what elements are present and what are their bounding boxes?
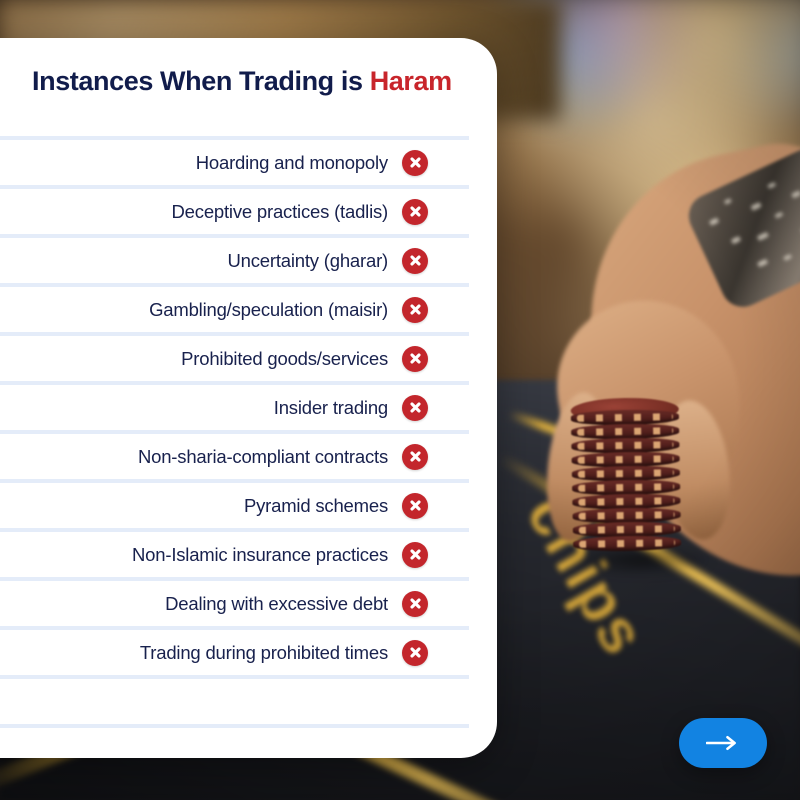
list-item-empty bbox=[0, 675, 469, 724]
list-item-label: Insider trading bbox=[273, 396, 388, 418]
list-item-label: Non-Islamic insurance practices bbox=[132, 543, 388, 565]
watch-highlight bbox=[750, 202, 762, 211]
x-circle-icon[interactable] bbox=[402, 541, 428, 568]
x-circle-icon[interactable] bbox=[402, 492, 428, 519]
list-item-label: Pyramid schemes bbox=[243, 494, 388, 516]
watch-highlight bbox=[756, 231, 769, 241]
x-circle-icon[interactable] bbox=[402, 296, 428, 323]
casino-chip bbox=[572, 535, 682, 552]
list-item-label: Gambling/speculation (maisir) bbox=[149, 298, 388, 320]
next-button[interactable] bbox=[679, 718, 767, 768]
list-item-label: Non-sharia-compliant contracts bbox=[137, 445, 388, 467]
casino-chip-stack bbox=[570, 397, 682, 556]
list-item-label: Hoarding and monopoly bbox=[195, 151, 388, 173]
x-circle-icon[interactable] bbox=[402, 247, 428, 274]
watch-highlight bbox=[791, 190, 800, 199]
list-item: Deceptive practices (tadlis) bbox=[0, 185, 469, 234]
page-title-accent: Haram bbox=[369, 66, 452, 96]
list-item-label: Dealing with excessive debt bbox=[165, 592, 388, 614]
haram-instances-list: Hoarding and monopoly Deceptive practices… bbox=[0, 136, 469, 758]
watch-highlight bbox=[774, 211, 784, 219]
list-item: Hoarding and monopoly bbox=[0, 136, 469, 185]
row-divider bbox=[0, 724, 469, 728]
list-item: Non-sharia-compliant contracts bbox=[0, 430, 469, 479]
page-title-main: Instances When Trading is bbox=[32, 66, 370, 96]
x-circle-icon[interactable] bbox=[402, 394, 428, 421]
watch-highlight bbox=[708, 217, 720, 226]
content-card: Instances When Trading is Haram Hoarding… bbox=[0, 38, 497, 758]
page-title: Instances When Trading is Haram bbox=[32, 66, 452, 97]
list-item-label: Prohibited goods/services bbox=[181, 347, 388, 369]
list-item-label: Uncertainty (gharar) bbox=[227, 249, 388, 271]
poster-canvas: chips Instances When Trading is Haram Ho… bbox=[0, 0, 800, 800]
x-circle-icon[interactable] bbox=[402, 443, 428, 470]
x-circle-icon[interactable] bbox=[402, 149, 428, 176]
watch-highlight bbox=[730, 235, 742, 245]
arrow-right-icon bbox=[706, 735, 740, 751]
list-item: Uncertainty (gharar) bbox=[0, 234, 469, 283]
watch-highlight bbox=[723, 198, 732, 205]
row-divider bbox=[0, 675, 469, 679]
list-item: Insider trading bbox=[0, 381, 469, 430]
watch-highlight bbox=[783, 253, 793, 261]
watch-highlight bbox=[767, 181, 777, 189]
list-item: Pyramid schemes bbox=[0, 479, 469, 528]
list-item-label: Deceptive practices (tadlis) bbox=[171, 200, 389, 222]
list-item: Non-Islamic insurance practices bbox=[0, 528, 469, 577]
list-item-label: Trading during prohibited times bbox=[139, 641, 388, 663]
x-circle-icon[interactable] bbox=[402, 639, 428, 666]
list-item: Gambling/speculation (maisir) bbox=[0, 283, 469, 332]
list-item: Dealing with excessive debt bbox=[0, 577, 469, 626]
list-item-empty bbox=[0, 724, 469, 758]
list-item: Prohibited goods/services bbox=[0, 332, 469, 381]
list-item: Trading during prohibited times bbox=[0, 626, 469, 675]
x-circle-icon[interactable] bbox=[402, 198, 428, 225]
x-circle-icon[interactable] bbox=[402, 590, 428, 617]
x-circle-icon[interactable] bbox=[402, 345, 428, 372]
watch-highlight bbox=[757, 258, 769, 268]
